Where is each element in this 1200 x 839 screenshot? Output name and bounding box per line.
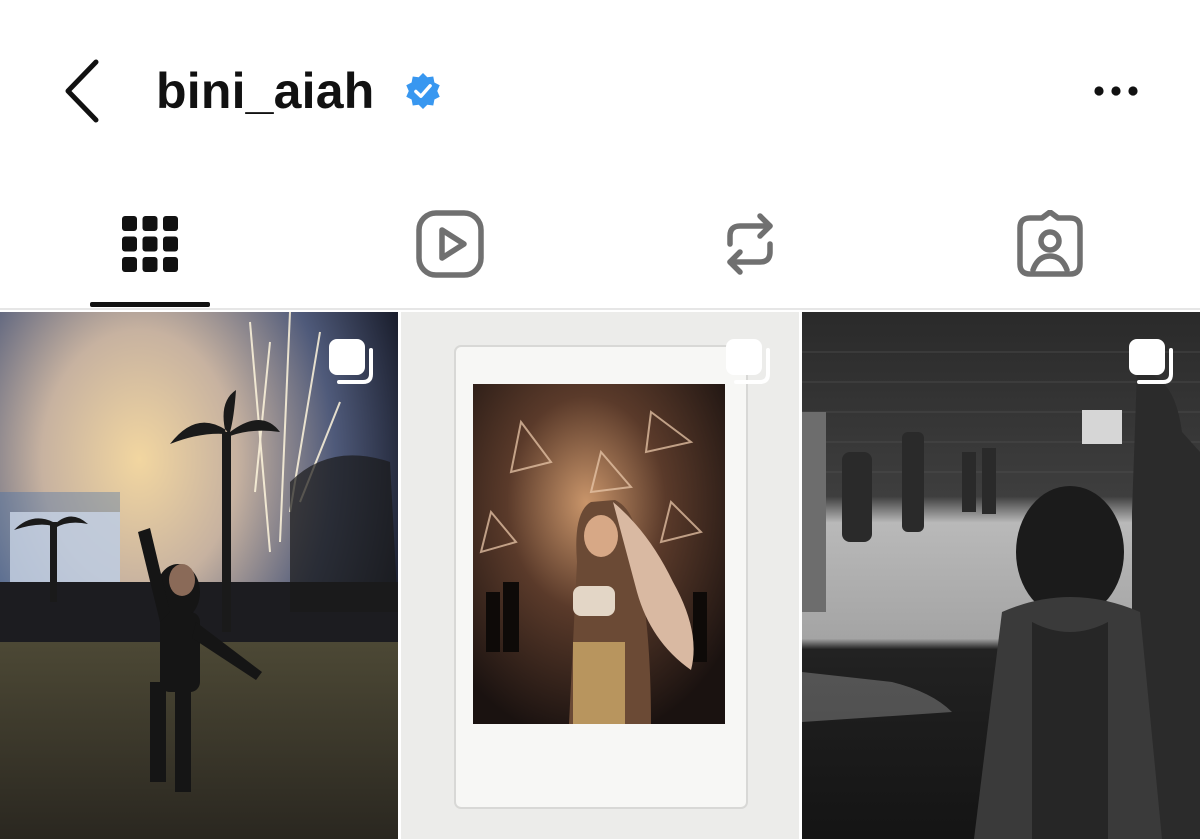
verified-badge-icon — [406, 72, 440, 110]
tabs-divider — [0, 308, 1200, 310]
profile-username: bini_aiah — [156, 63, 375, 119]
basketball-arena-photo — [802, 312, 1200, 839]
chevron-left-icon — [65, 59, 99, 123]
instant-film-photo — [401, 312, 799, 839]
repost-icon — [727, 213, 773, 275]
carousel-multiple-icon — [726, 339, 770, 384]
tab-reels[interactable] — [300, 190, 600, 310]
post-tile-fireworks[interactable] — [0, 312, 398, 839]
posts-grid — [0, 312, 1200, 839]
tagged-person-icon — [1017, 210, 1083, 277]
post-tile-instant-film[interactable] — [401, 312, 799, 839]
post-tile-basketball-arena[interactable] — [802, 312, 1200, 839]
more-dots-icon — [1094, 86, 1138, 96]
reels-play-icon — [416, 210, 484, 278]
active-tab-indicator — [90, 302, 210, 307]
more-options-button[interactable] — [1086, 74, 1146, 108]
profile-header: bini_aiah — [0, 0, 1200, 180]
back-button[interactable] — [58, 56, 108, 126]
tab-tagged[interactable] — [900, 190, 1200, 310]
grid-icon — [122, 216, 178, 272]
carousel-multiple-icon — [329, 339, 373, 384]
carousel-multiple-icon — [1129, 339, 1173, 384]
profile-tabs — [0, 190, 1200, 310]
tab-reposts[interactable] — [600, 190, 900, 310]
tab-posts[interactable] — [0, 190, 300, 310]
night-fireworks-photo — [0, 312, 398, 839]
